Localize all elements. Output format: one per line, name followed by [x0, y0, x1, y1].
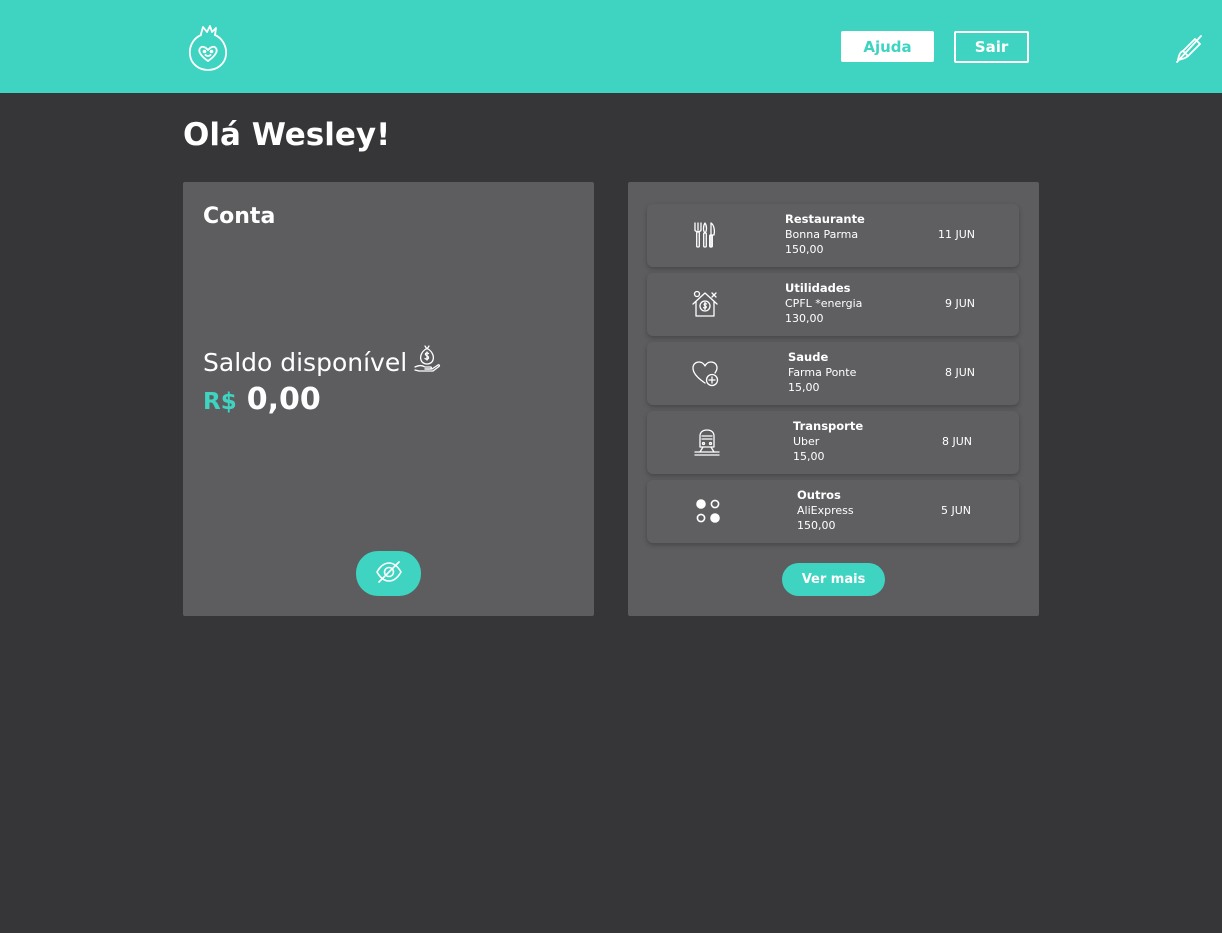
transactions-card: Restaurante Bonna Parma 150,00 11 JUN Ut… [628, 182, 1039, 616]
heart-plus-icon [690, 358, 720, 388]
transaction-value: 150,00 [797, 519, 836, 532]
pomegranate-heart-logo-icon[interactable] [186, 24, 230, 72]
balance-amount-row: R$ 0,00 [203, 382, 321, 417]
transaction-item-utilidades[interactable]: Utilidades CPFL *energia 130,00 9 JUN [647, 273, 1019, 336]
currency-symbol: R$ [203, 389, 237, 415]
crossed-brush-icon[interactable] [1174, 33, 1204, 65]
greeting-title: Olá Wesley! [183, 117, 391, 153]
transaction-date: 8 JUN [941, 435, 972, 448]
transaction-value: 15,00 [793, 450, 825, 463]
see-more-button[interactable]: Ver mais [782, 563, 885, 596]
transaction-date: 9 JUN [944, 297, 975, 310]
money-bag-hand-icon [413, 343, 441, 373]
dots-grid-icon [693, 496, 723, 526]
train-icon [692, 427, 722, 457]
account-card-title: Conta [203, 204, 276, 229]
cutlery-icon [690, 220, 720, 250]
transaction-value: 15,00 [788, 381, 820, 394]
transaction-value: 150,00 [785, 243, 824, 256]
transaction-date: 5 JUN [940, 504, 971, 517]
transaction-category: Outros [797, 488, 841, 502]
house-bills-icon [690, 289, 720, 319]
transaction-category: Restaurante [785, 212, 865, 226]
transactions-list: Restaurante Bonna Parma 150,00 11 JUN Ut… [647, 204, 1019, 549]
transaction-merchant: Bonna Parma [785, 228, 859, 241]
transaction-item-transporte[interactable]: Transporte Uber 15,00 8 JUN [647, 411, 1019, 474]
balance-amount: 0,00 [246, 382, 321, 417]
help-button[interactable]: Ajuda [841, 31, 934, 62]
balance-label-row: Saldo disponível [203, 345, 441, 377]
balance-label: Saldo disponível [203, 347, 408, 377]
account-card: Conta Saldo disponível R$ 0,00 [183, 182, 594, 616]
transaction-date: 8 JUN [944, 366, 975, 379]
transaction-item-saude[interactable]: Saude Farma Ponte 15,00 8 JUN [647, 342, 1019, 405]
transaction-category: Utilidades [785, 281, 851, 295]
transaction-item-restaurante[interactable]: Restaurante Bonna Parma 150,00 11 JUN [647, 204, 1019, 267]
transaction-merchant: Farma Ponte [788, 366, 857, 379]
transaction-merchant: CPFL *energia [785, 297, 863, 310]
toggle-balance-visibility-button[interactable] [356, 551, 421, 596]
transaction-item-outros[interactable]: Outros AliExpress 150,00 5 JUN [647, 480, 1019, 543]
exit-button[interactable]: Sair [954, 31, 1029, 63]
eye-off-icon [375, 560, 403, 587]
transaction-date: 11 JUN [937, 228, 975, 241]
top-navbar: Ajuda Sair [0, 0, 1222, 93]
transaction-merchant: AliExpress [797, 504, 854, 517]
transaction-merchant: Uber [793, 435, 820, 448]
transaction-category: Transporte [793, 419, 864, 433]
transaction-value: 130,00 [785, 312, 824, 325]
transaction-category: Saude [788, 350, 829, 364]
